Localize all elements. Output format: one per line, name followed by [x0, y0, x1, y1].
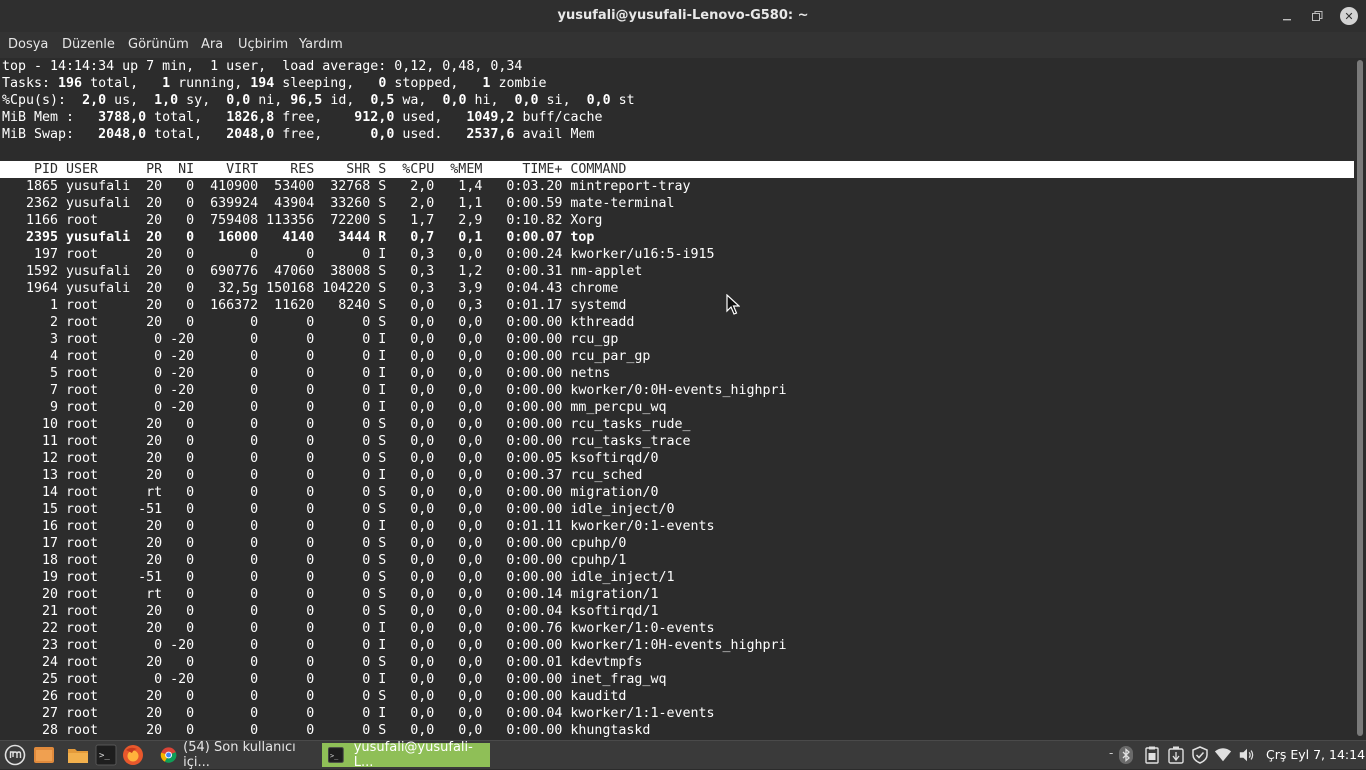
process-row: 28 root 20 0 0 0 0 S 0,0 0,0 0:00.00 khu… — [2, 723, 651, 738]
process-row: 22 root 20 0 0 0 0 I 0,0 0,0 0:00.76 kwo… — [2, 621, 715, 636]
task-terminal[interactable]: >_ yusufali@yusufali-L... — [322, 740, 490, 770]
close-button[interactable]: ✕ — [1338, 5, 1360, 27]
task-label: (54) Son kullanıcı içi... — [183, 740, 296, 770]
clock[interactable]: Çrş Eyl 7, 14:14 — [1266, 747, 1365, 762]
close-icon: ✕ — [1340, 7, 1358, 25]
task-chrome[interactable]: (54) Son kullanıcı içi... — [156, 740, 320, 770]
battery-icon[interactable] — [1167, 746, 1185, 764]
menubar: Dosya Düzenle Görünüm Ara Uçbirim Yardım — [0, 32, 1366, 59]
firefox-icon[interactable] — [122, 744, 144, 766]
process-row: 24 root 20 0 0 0 0 S 0,0 0,0 0:00.01 kde… — [2, 655, 643, 670]
terminal-icon[interactable]: >_ — [95, 744, 117, 766]
terminal-icon: >_ — [328, 747, 344, 763]
process-row: 4 root 0 -20 0 0 0 I 0,0 0,0 0:00.00 rcu… — [2, 349, 651, 364]
process-row: 23 root 0 -20 0 0 0 I 0,0 0,0 0:00.00 kw… — [2, 638, 787, 653]
process-row: 1 root 20 0 166372 11620 8240 S 0,0 0,3 … — [2, 298, 627, 313]
volume-icon[interactable] — [1238, 746, 1256, 764]
menu-ara[interactable]: Ara — [201, 37, 223, 52]
bluetooth-icon[interactable] — [1117, 746, 1135, 764]
taskbar: >_ (54) Son kullanıcı içi... >_ yusufali… — [0, 740, 1366, 770]
top-swap-line: MiB Swap: 2048,0 total, 2048,0 free, 0,0… — [2, 127, 595, 142]
column-headers: PID USER PR NI VIRT RES SHR S %CPU %MEM … — [2, 162, 627, 177]
process-table-header: PID USER PR NI VIRT RES SHR S %CPU %MEM … — [0, 161, 1354, 178]
process-row: 17 root 20 0 0 0 0 S 0,0 0,0 0:00.00 cpu… — [2, 536, 627, 551]
process-row: 197 root 20 0 0 0 0 I 0,3 0,0 0:00.24 kw… — [2, 247, 715, 262]
process-row: 19 root -51 0 0 0 0 S 0,0 0,0 0:00.00 id… — [2, 570, 675, 585]
process-row: 13 root 20 0 0 0 0 I 0,0 0,0 0:00.37 rcu… — [2, 468, 643, 483]
process-row: 25 root 0 -20 0 0 0 I 0,0 0,0 0:00.00 in… — [2, 672, 667, 687]
minimize-button[interactable] — [1276, 5, 1298, 27]
show-desktop-icon[interactable] — [33, 744, 55, 766]
top-cpu-line: %Cpu(s): 2,0 us, 1,0 sy, 0,0 ni, 96,5 id… — [2, 93, 635, 108]
menu-gorunum[interactable]: Görünüm — [128, 37, 189, 52]
menu-dosya[interactable]: Dosya — [8, 37, 48, 52]
minimize-icon — [1283, 19, 1291, 21]
process-row: 1592 yusufali 20 0 690776 47060 38008 S … — [2, 264, 643, 279]
process-row: 20 root rt 0 0 0 0 S 0,0 0,0 0:00.14 mig… — [2, 587, 659, 602]
chrome-icon — [160, 747, 177, 763]
process-row: 1865 yusufali 20 0 410900 53400 32768 S … — [2, 179, 691, 194]
top-tasks-line: Tasks: 196 total, 1 running, 194 sleepin… — [2, 76, 547, 91]
menu-icon[interactable] — [4, 744, 26, 766]
mouse-pointer-icon — [726, 294, 740, 315]
process-row: 21 root 20 0 0 0 0 S 0,0 0,0 0:00.04 kso… — [2, 604, 659, 619]
process-row: 10 root 20 0 0 0 0 S 0,0 0,0 0:00.00 rcu… — [2, 417, 691, 432]
process-row: 14 root rt 0 0 0 0 S 0,0 0,0 0:00.00 mig… — [2, 485, 659, 500]
process-row: 12 root 20 0 0 0 0 S 0,0 0,0 0:00.05 kso… — [2, 451, 659, 466]
svg-text:>_: >_ — [99, 751, 110, 761]
process-row: 7 root 0 -20 0 0 0 I 0,0 0,0 0:00.00 kwo… — [2, 383, 787, 398]
terminal-output[interactable]: top - 14:14:34 up 7 min, 1 user, load av… — [0, 58, 1354, 740]
menu-duzenle[interactable]: Düzenle — [62, 37, 115, 52]
process-row: 2362 yusufali 20 0 639924 43904 33260 S … — [2, 196, 675, 211]
top-uptime-line: top - 14:14:34 up 7 min, 1 user, load av… — [2, 59, 523, 74]
process-row: 9 root 0 -20 0 0 0 I 0,0 0,0 0:00.00 mm_… — [2, 400, 667, 415]
process-row: 1166 root 20 0 759408 113356 72200 S 1,7… — [2, 213, 603, 228]
maximize-button[interactable] — [1306, 5, 1328, 27]
process-row: 2395 yusufali 20 0 16000 4140 3444 R 0,7… — [2, 230, 595, 245]
wifi-icon[interactable] — [1214, 746, 1232, 764]
scrollbar-thumb[interactable] — [1357, 60, 1363, 736]
window-titlebar[interactable]: yusufali@yusufali-Lenovo-G580: ~ ✕ — [0, 0, 1366, 32]
process-row: 16 root 20 0 0 0 0 I 0,0 0,0 0:01.11 kwo… — [2, 519, 715, 534]
process-row: 11 root 20 0 0 0 0 S 0,0 0,0 0:00.00 rcu… — [2, 434, 691, 449]
svg-text:>_: >_ — [330, 752, 339, 760]
process-row: 15 root -51 0 0 0 0 S 0,0 0,0 0:00.00 id… — [2, 502, 675, 517]
files-icon[interactable] — [67, 744, 89, 766]
process-row: 1964 yusufali 20 0 32,5g 150168 104220 S… — [2, 281, 619, 296]
process-row: 2 root 20 0 0 0 0 S 0,0 0,0 0:00.00 kthr… — [2, 315, 635, 330]
restore-icon — [1311, 10, 1322, 21]
menu-yardim[interactable]: Yardım — [299, 37, 343, 52]
task-label: yusufali@yusufali-L... — [353, 740, 473, 770]
tray-separator: - — [1109, 746, 1114, 760]
menu-ucbirim[interactable]: Uçbirim — [238, 37, 288, 52]
terminal-scrollbar[interactable] — [1354, 58, 1366, 740]
clipboard-icon[interactable] — [1143, 746, 1161, 764]
window-title: yusufali@yusufali-Lenovo-G580: ~ — [557, 8, 809, 23]
process-row: 3 root 0 -20 0 0 0 I 0,0 0,0 0:00.00 rcu… — [2, 332, 619, 347]
shield-icon[interactable] — [1191, 746, 1209, 764]
process-row: 18 root 20 0 0 0 0 S 0,0 0,0 0:00.00 cpu… — [2, 553, 627, 568]
process-row: 27 root 20 0 0 0 0 I 0,0 0,0 0:00.04 kwo… — [2, 706, 715, 721]
process-row: 26 root 20 0 0 0 0 S 0,0 0,0 0:00.00 kau… — [2, 689, 627, 704]
top-mem-line: MiB Mem : 3788,0 total, 1826,8 free, 912… — [2, 110, 603, 125]
process-row: 5 root 0 -20 0 0 0 I 0,0 0,0 0:00.00 net… — [2, 366, 611, 381]
